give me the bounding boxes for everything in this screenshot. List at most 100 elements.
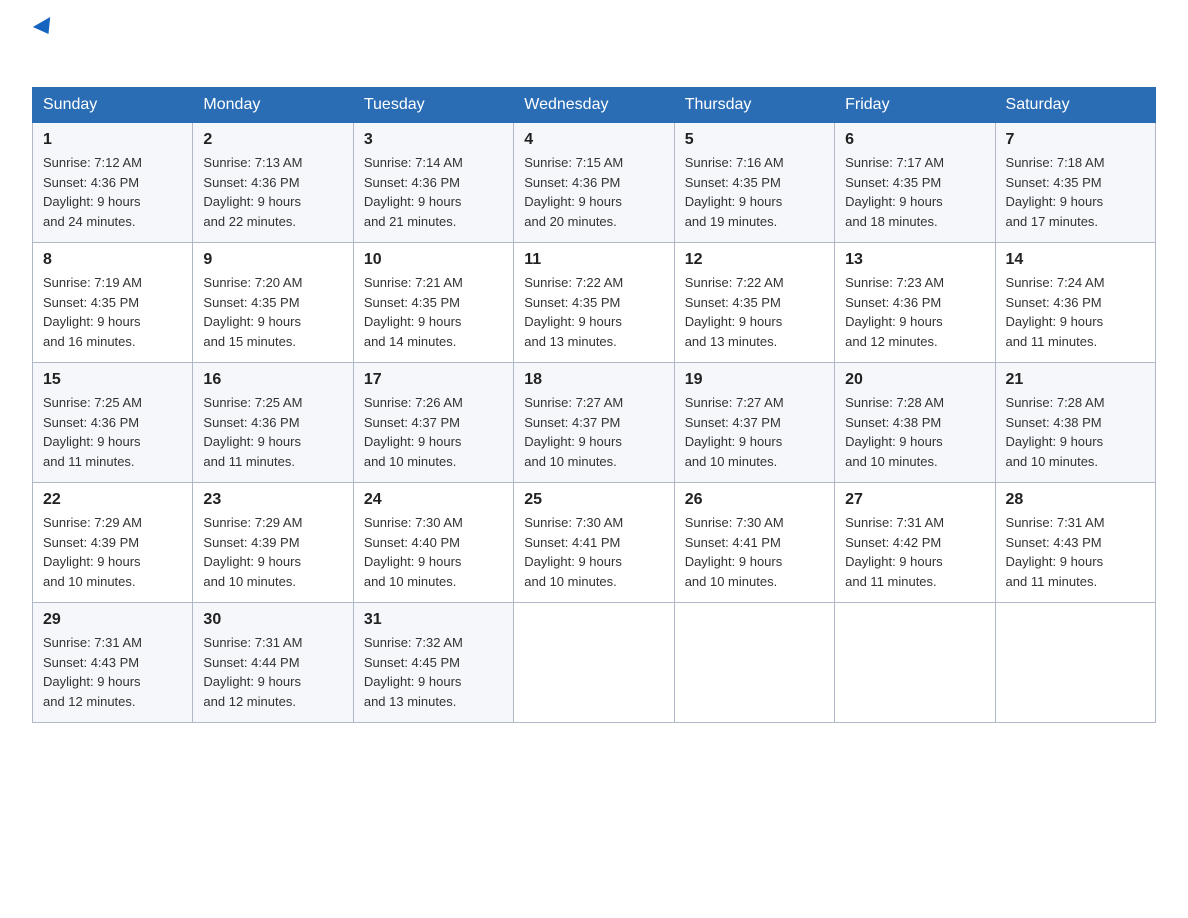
day-number: 26 (685, 491, 824, 509)
calendar-week-row: 8 Sunrise: 7:19 AMSunset: 4:35 PMDayligh… (33, 243, 1156, 363)
calendar-cell: 30 Sunrise: 7:31 AMSunset: 4:44 PMDaylig… (193, 603, 353, 723)
day-info: Sunrise: 7:25 AMSunset: 4:36 PMDaylight:… (43, 395, 142, 469)
day-info: Sunrise: 7:27 AMSunset: 4:37 PMDaylight:… (524, 395, 623, 469)
day-number: 1 (43, 131, 182, 149)
page-header (32, 24, 1156, 69)
calendar-cell: 19 Sunrise: 7:27 AMSunset: 4:37 PMDaylig… (674, 363, 834, 483)
day-number: 25 (524, 491, 663, 509)
calendar-cell: 17 Sunrise: 7:26 AMSunset: 4:37 PMDaylig… (353, 363, 513, 483)
day-info: Sunrise: 7:22 AMSunset: 4:35 PMDaylight:… (685, 275, 784, 349)
calendar-cell: 22 Sunrise: 7:29 AMSunset: 4:39 PMDaylig… (33, 483, 193, 603)
day-info: Sunrise: 7:16 AMSunset: 4:35 PMDaylight:… (685, 155, 784, 229)
day-info: Sunrise: 7:30 AMSunset: 4:41 PMDaylight:… (685, 515, 784, 589)
calendar-cell: 3 Sunrise: 7:14 AMSunset: 4:36 PMDayligh… (353, 123, 513, 243)
day-number: 20 (845, 371, 984, 389)
day-info: Sunrise: 7:23 AMSunset: 4:36 PMDaylight:… (845, 275, 944, 349)
logo (32, 24, 68, 69)
day-number: 27 (845, 491, 984, 509)
calendar-cell: 31 Sunrise: 7:32 AMSunset: 4:45 PMDaylig… (353, 603, 513, 723)
weekday-header-tuesday: Tuesday (353, 88, 513, 123)
day-info: Sunrise: 7:26 AMSunset: 4:37 PMDaylight:… (364, 395, 463, 469)
calendar-cell: 4 Sunrise: 7:15 AMSunset: 4:36 PMDayligh… (514, 123, 674, 243)
day-info: Sunrise: 7:30 AMSunset: 4:40 PMDaylight:… (364, 515, 463, 589)
day-number: 22 (43, 491, 182, 509)
calendar-body: 1 Sunrise: 7:12 AMSunset: 4:36 PMDayligh… (33, 123, 1156, 723)
calendar-cell: 12 Sunrise: 7:22 AMSunset: 4:35 PMDaylig… (674, 243, 834, 363)
day-info: Sunrise: 7:18 AMSunset: 4:35 PMDaylight:… (1006, 155, 1105, 229)
day-info: Sunrise: 7:28 AMSunset: 4:38 PMDaylight:… (1006, 395, 1105, 469)
weekday-header-friday: Friday (835, 88, 995, 123)
calendar-cell (835, 603, 995, 723)
calendar-cell: 21 Sunrise: 7:28 AMSunset: 4:38 PMDaylig… (995, 363, 1155, 483)
weekday-header-monday: Monday (193, 88, 353, 123)
day-number: 24 (364, 491, 503, 509)
day-number: 15 (43, 371, 182, 389)
calendar-cell (674, 603, 834, 723)
weekday-header-thursday: Thursday (674, 88, 834, 123)
day-number: 13 (845, 251, 984, 269)
day-number: 18 (524, 371, 663, 389)
day-info: Sunrise: 7:14 AMSunset: 4:36 PMDaylight:… (364, 155, 463, 229)
day-info: Sunrise: 7:20 AMSunset: 4:35 PMDaylight:… (203, 275, 302, 349)
calendar-cell: 5 Sunrise: 7:16 AMSunset: 4:35 PMDayligh… (674, 123, 834, 243)
weekday-header-wednesday: Wednesday (514, 88, 674, 123)
calendar-cell: 18 Sunrise: 7:27 AMSunset: 4:37 PMDaylig… (514, 363, 674, 483)
day-info: Sunrise: 7:13 AMSunset: 4:36 PMDaylight:… (203, 155, 302, 229)
calendar-cell: 25 Sunrise: 7:30 AMSunset: 4:41 PMDaylig… (514, 483, 674, 603)
calendar-cell: 10 Sunrise: 7:21 AMSunset: 4:35 PMDaylig… (353, 243, 513, 363)
weekday-header-saturday: Saturday (995, 88, 1155, 123)
day-info: Sunrise: 7:31 AMSunset: 4:44 PMDaylight:… (203, 635, 302, 709)
weekday-header-sunday: Sunday (33, 88, 193, 123)
day-number: 29 (43, 611, 182, 629)
calendar-cell: 11 Sunrise: 7:22 AMSunset: 4:35 PMDaylig… (514, 243, 674, 363)
calendar-week-row: 15 Sunrise: 7:25 AMSunset: 4:36 PMDaylig… (33, 363, 1156, 483)
day-info: Sunrise: 7:29 AMSunset: 4:39 PMDaylight:… (43, 515, 142, 589)
day-info: Sunrise: 7:19 AMSunset: 4:35 PMDaylight:… (43, 275, 142, 349)
calendar-cell: 28 Sunrise: 7:31 AMSunset: 4:43 PMDaylig… (995, 483, 1155, 603)
day-info: Sunrise: 7:31 AMSunset: 4:42 PMDaylight:… (845, 515, 944, 589)
calendar-cell: 26 Sunrise: 7:30 AMSunset: 4:41 PMDaylig… (674, 483, 834, 603)
calendar-cell: 13 Sunrise: 7:23 AMSunset: 4:36 PMDaylig… (835, 243, 995, 363)
calendar-cell: 16 Sunrise: 7:25 AMSunset: 4:36 PMDaylig… (193, 363, 353, 483)
day-info: Sunrise: 7:25 AMSunset: 4:36 PMDaylight:… (203, 395, 302, 469)
calendar-cell (514, 603, 674, 723)
day-number: 10 (364, 251, 503, 269)
day-number: 19 (685, 371, 824, 389)
day-info: Sunrise: 7:31 AMSunset: 4:43 PMDaylight:… (43, 635, 142, 709)
day-number: 12 (685, 251, 824, 269)
calendar-table: SundayMondayTuesdayWednesdayThursdayFrid… (32, 87, 1156, 723)
day-number: 23 (203, 491, 342, 509)
calendar-cell: 15 Sunrise: 7:25 AMSunset: 4:36 PMDaylig… (33, 363, 193, 483)
day-info: Sunrise: 7:12 AMSunset: 4:36 PMDaylight:… (43, 155, 142, 229)
calendar-cell (995, 603, 1155, 723)
day-info: Sunrise: 7:31 AMSunset: 4:43 PMDaylight:… (1006, 515, 1105, 589)
day-info: Sunrise: 7:17 AMSunset: 4:35 PMDaylight:… (845, 155, 944, 229)
day-info: Sunrise: 7:22 AMSunset: 4:35 PMDaylight:… (524, 275, 623, 349)
calendar-cell: 23 Sunrise: 7:29 AMSunset: 4:39 PMDaylig… (193, 483, 353, 603)
day-number: 16 (203, 371, 342, 389)
calendar-cell: 27 Sunrise: 7:31 AMSunset: 4:42 PMDaylig… (835, 483, 995, 603)
day-info: Sunrise: 7:29 AMSunset: 4:39 PMDaylight:… (203, 515, 302, 589)
day-number: 2 (203, 131, 342, 149)
calendar-cell: 20 Sunrise: 7:28 AMSunset: 4:38 PMDaylig… (835, 363, 995, 483)
day-number: 21 (1006, 371, 1145, 389)
calendar-cell: 14 Sunrise: 7:24 AMSunset: 4:36 PMDaylig… (995, 243, 1155, 363)
calendar-cell: 29 Sunrise: 7:31 AMSunset: 4:43 PMDaylig… (33, 603, 193, 723)
day-number: 3 (364, 131, 503, 149)
calendar-cell: 8 Sunrise: 7:19 AMSunset: 4:35 PMDayligh… (33, 243, 193, 363)
weekday-header-row: SundayMondayTuesdayWednesdayThursdayFrid… (33, 88, 1156, 123)
calendar-week-row: 29 Sunrise: 7:31 AMSunset: 4:43 PMDaylig… (33, 603, 1156, 723)
day-number: 31 (364, 611, 503, 629)
calendar-cell: 6 Sunrise: 7:17 AMSunset: 4:35 PMDayligh… (835, 123, 995, 243)
day-number: 6 (845, 131, 984, 149)
calendar-cell: 2 Sunrise: 7:13 AMSunset: 4:36 PMDayligh… (193, 123, 353, 243)
calendar-cell: 7 Sunrise: 7:18 AMSunset: 4:35 PMDayligh… (995, 123, 1155, 243)
day-info: Sunrise: 7:15 AMSunset: 4:36 PMDaylight:… (524, 155, 623, 229)
calendar-cell: 9 Sunrise: 7:20 AMSunset: 4:35 PMDayligh… (193, 243, 353, 363)
day-number: 5 (685, 131, 824, 149)
day-number: 28 (1006, 491, 1145, 509)
calendar-week-row: 1 Sunrise: 7:12 AMSunset: 4:36 PMDayligh… (33, 123, 1156, 243)
day-number: 30 (203, 611, 342, 629)
day-number: 14 (1006, 251, 1145, 269)
calendar-cell: 24 Sunrise: 7:30 AMSunset: 4:40 PMDaylig… (353, 483, 513, 603)
